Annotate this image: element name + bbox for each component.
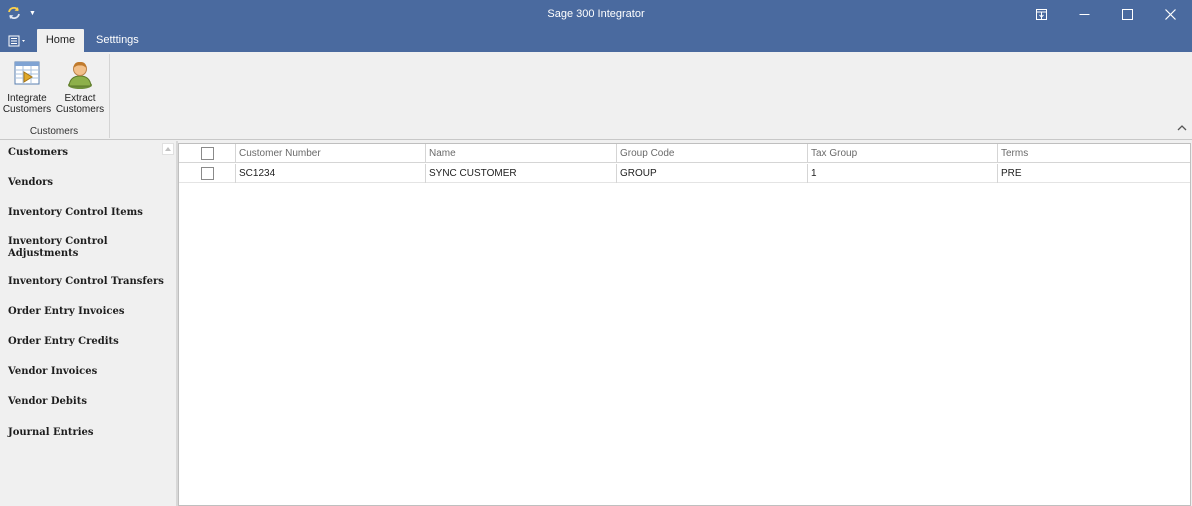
cell-terms[interactable]: PRE [998, 164, 1190, 183]
nav-item-inventory-control-items[interactable]: Inventory Control Items [8, 207, 168, 219]
nav-scroll-up-button[interactable] [162, 143, 174, 155]
cell-name[interactable]: SYNC CUSTOMER [426, 164, 617, 183]
collapse-ribbon-icon[interactable] [1176, 122, 1188, 134]
nav-item-order-entry-credits[interactable]: Order Entry Credits [8, 336, 168, 348]
nav-item-vendor-debits[interactable]: Vendor Debits [8, 396, 168, 408]
nav-item-vendors[interactable]: Vendors [8, 177, 168, 189]
nav-item-customers[interactable]: Customers [8, 147, 168, 159]
cell-customer-number[interactable]: SC1234 [236, 164, 426, 183]
window-title: Sage 300 Integrator [547, 8, 645, 20]
menu-icon [8, 35, 25, 47]
extract-customers-label-2: Customers [55, 104, 105, 115]
ribbon-panel: Integrate Customers Extract Customers Cu… [0, 52, 1192, 140]
nav-item-journal-entries[interactable]: Journal Entries [8, 427, 168, 439]
navigation-panel: Customers Vendors Inventory Control Item… [0, 141, 176, 506]
extract-customers-button[interactable]: Extract Customers [55, 58, 105, 115]
customers-grid: Customer Number Name Group Code Tax Grou… [178, 143, 1191, 506]
column-header-customer-number[interactable]: Customer Number [236, 144, 426, 163]
chevron-up-icon [165, 147, 171, 151]
restore-layout-button[interactable] [1020, 0, 1063, 29]
table-row[interactable]: SC1234 SYNC CUSTOMER GROUP 1 PRE [179, 164, 1190, 183]
title-bar: ▼ Sage 300 Integrator [0, 0, 1192, 29]
integrate-customers-button[interactable]: Integrate Customers [2, 58, 52, 115]
column-header-group-code[interactable]: Group Code [617, 144, 808, 163]
nav-item-order-entry-invoices[interactable]: Order Entry Invoices [8, 306, 168, 318]
window-controls [1020, 0, 1192, 29]
user-icon [68, 61, 92, 89]
select-all-header [179, 144, 236, 163]
minimize-icon [1079, 14, 1090, 15]
column-header-tax-group[interactable]: Tax Group [808, 144, 998, 163]
cell-group-code[interactable]: GROUP [617, 164, 808, 183]
layout-icon [1036, 9, 1047, 20]
ribbon-tabs: Home Setttings [0, 29, 1192, 52]
column-header-terms[interactable]: Terms [998, 144, 1190, 163]
ribbon-group-divider [109, 54, 110, 138]
select-all-checkbox[interactable] [201, 147, 214, 160]
nav-item-vendor-invoices[interactable]: Vendor Invoices [8, 366, 168, 378]
ribbon-group-label: Customers [29, 126, 79, 137]
app-menu-button[interactable] [7, 34, 29, 48]
integrate-customers-icon [14, 61, 40, 85]
nav-item-inventory-control-adjustments[interactable]: Inventory Control Adjustments [8, 236, 118, 260]
column-header-name[interactable]: Name [426, 144, 617, 163]
grid-header-row: Customer Number Name Group Code Tax Grou… [179, 144, 1190, 163]
extract-customers-label-1: Extract [64, 93, 96, 104]
integrate-customers-label-2: Customers [2, 104, 52, 115]
close-icon [1165, 9, 1176, 20]
row-select-cell [179, 164, 236, 183]
row-checkbox[interactable] [201, 167, 214, 180]
maximize-icon [1122, 9, 1133, 20]
close-button[interactable] [1149, 0, 1192, 29]
minimize-button[interactable] [1063, 0, 1106, 29]
integrate-customers-label-1: Integrate [7, 93, 47, 104]
maximize-button[interactable] [1106, 0, 1149, 29]
nav-item-inventory-control-transfers[interactable]: Inventory Control Transfers [8, 276, 168, 288]
tab-home[interactable]: Home [37, 29, 84, 52]
tab-settings[interactable]: Setttings [85, 29, 150, 52]
cell-tax-group[interactable]: 1 [808, 164, 998, 183]
